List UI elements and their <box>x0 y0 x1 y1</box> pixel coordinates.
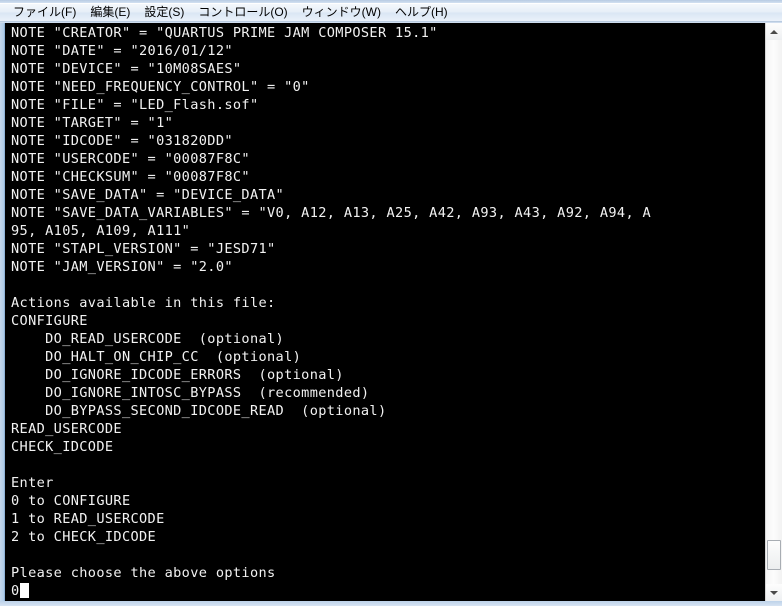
menu-help[interactable]: ヘルプ(H) <box>388 4 455 21</box>
scrollbar-thumb[interactable] <box>767 540 781 570</box>
terminal-output-area[interactable]: NOTE "CREATOR" = "QUARTUS PRIME JAM COMP… <box>5 23 762 601</box>
vertical-scrollbar[interactable] <box>765 23 782 601</box>
scroll-down-arrow-icon[interactable] <box>766 584 782 601</box>
triangle-down-icon <box>770 590 778 595</box>
triangle-up-icon <box>770 29 778 34</box>
menu-window[interactable]: ウィンドウ(W) <box>295 4 388 21</box>
menu-bar: ファイル(F) 編集(E) 設定(S) コントロール(O) ウィンドウ(W) ヘ… <box>0 4 782 22</box>
menu-edit[interactable]: 編集(E) <box>83 4 137 21</box>
menu-file[interactable]: ファイル(F) <box>6 4 83 21</box>
console-window: ファイル(F) 編集(E) 設定(S) コントロール(O) ウィンドウ(W) ヘ… <box>0 0 782 606</box>
scrollbar-track[interactable] <box>766 40 782 584</box>
terminal-frame: NOTE "CREATOR" = "QUARTUS PRIME JAM COMP… <box>4 23 778 601</box>
menu-settings[interactable]: 設定(S) <box>137 4 191 21</box>
scroll-up-arrow-icon[interactable] <box>766 23 782 40</box>
window-bottom-edge <box>0 601 782 606</box>
menu-control[interactable]: コントロール(O) <box>191 4 294 21</box>
terminal-cursor <box>19 583 29 598</box>
terminal-text: NOTE "CREATOR" = "QUARTUS PRIME JAM COMP… <box>11 25 652 599</box>
